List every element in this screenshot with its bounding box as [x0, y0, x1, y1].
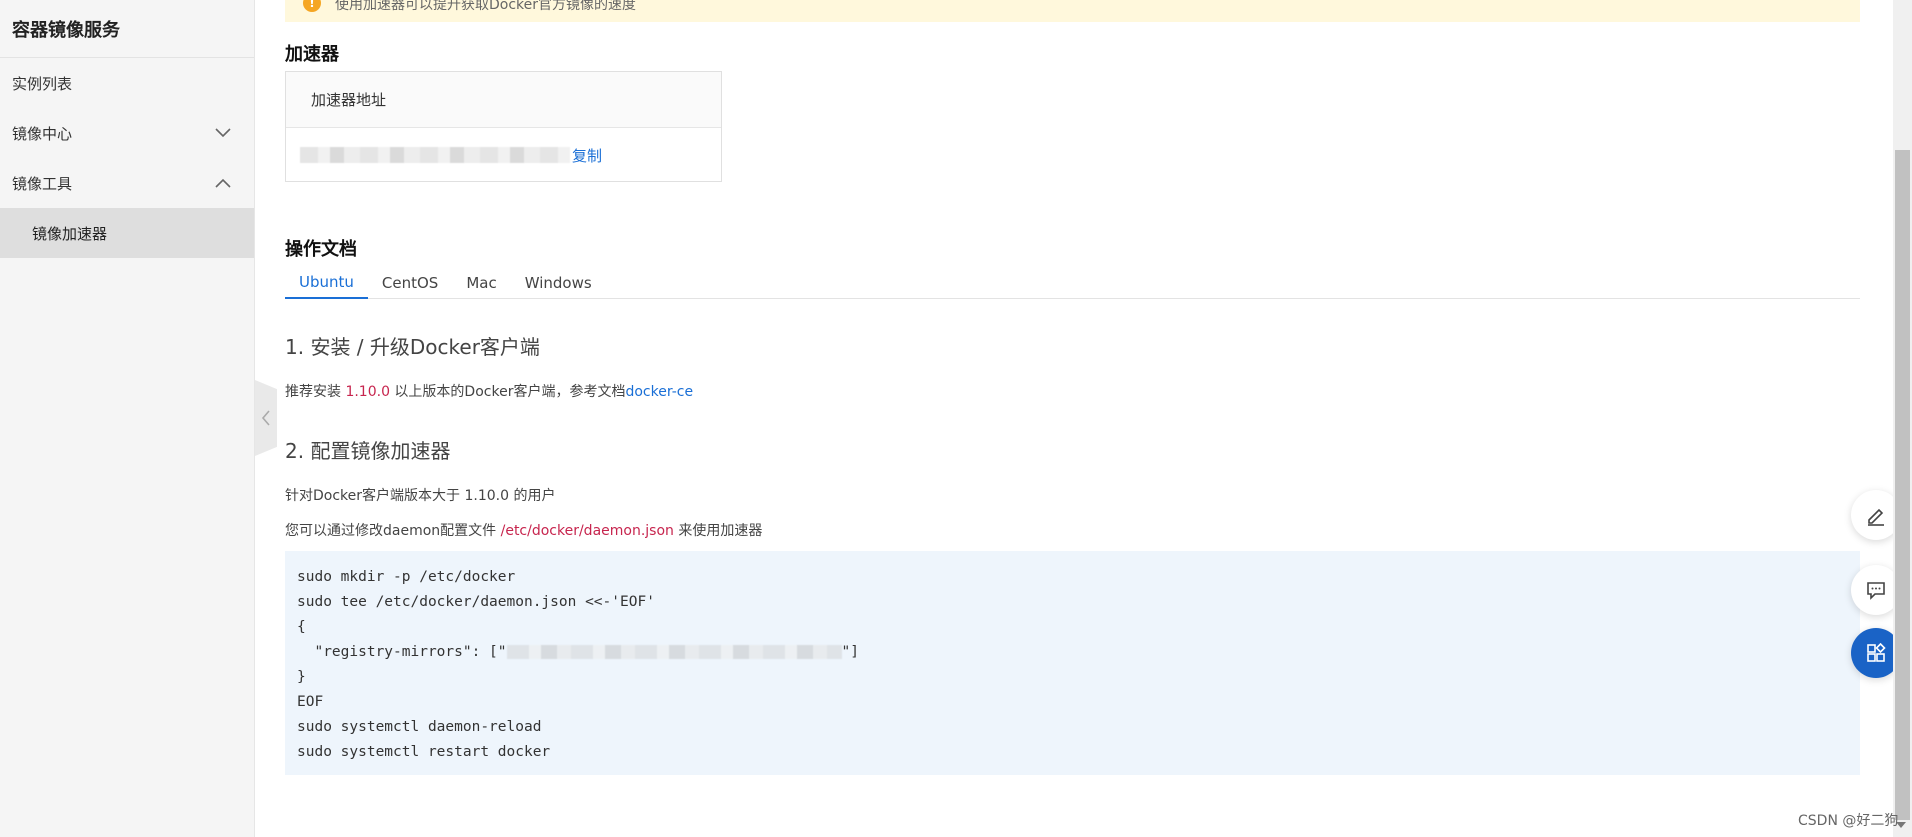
- code-line-part: "]: [841, 644, 859, 660]
- chat-icon: [1867, 582, 1885, 600]
- accelerator-address-header: 加速器地址: [286, 72, 721, 128]
- step1-text-a: 推荐安装: [285, 384, 346, 400]
- tab-mac[interactable]: Mac: [452, 267, 510, 299]
- scrollbar-thumb[interactable]: [1895, 150, 1910, 820]
- main-content: ! 使用加速器可以提升获取Docker官方镜像的速度 加速器 加速器地址 复制 …: [285, 0, 1860, 837]
- code-line: EOF: [297, 694, 324, 710]
- sidebar-item-image-tools[interactable]: 镜像工具: [0, 158, 254, 208]
- sidebar-title: 容器镜像服务: [0, 0, 254, 58]
- code-line: sudo mkdir -p /etc/docker: [297, 569, 516, 585]
- notice-banner: ! 使用加速器可以提升获取Docker官方镜像的速度: [285, 0, 1860, 22]
- code-block[interactable]: sudo mkdir -p /etc/docker sudo tee /etc/…: [285, 551, 1860, 775]
- code-line: sudo systemctl restart docker: [297, 744, 551, 760]
- tab-windows[interactable]: Windows: [511, 267, 606, 299]
- pencil-icon: [1868, 508, 1884, 526]
- sidebar-item-label: 镜像中心: [12, 124, 73, 143]
- mirror-url-redacted: [506, 645, 842, 659]
- tab-ubuntu[interactable]: Ubuntu: [285, 267, 368, 299]
- step1-title: 1. 安装 / 升级Docker客户端: [285, 335, 540, 359]
- code-line: sudo tee /etc/docker/daemon.json <<-'EOF…: [297, 594, 655, 610]
- watermark: CSDN @好二狗: [1798, 813, 1899, 829]
- notice-text: 使用加速器可以提升获取Docker官方镜像的速度: [335, 0, 637, 13]
- sidebar-item-image-center[interactable]: 镜像中心: [0, 108, 254, 158]
- step2-line2: 您可以通过修改daemon配置文件 /etc/docker/daemon.jso…: [285, 520, 762, 540]
- code-line: {: [297, 619, 306, 635]
- step2-line2-a: 您可以通过修改daemon配置文件: [285, 523, 501, 539]
- accelerator-section-title: 加速器: [285, 44, 339, 65]
- chevron-down-icon: [214, 124, 232, 142]
- sidebar-item-label: 镜像加速器: [32, 224, 108, 243]
- sidebar: 容器镜像服务 实例列表 镜像中心 镜像工具 镜像加速器: [0, 0, 255, 837]
- sidebar-item-label: 实例列表: [12, 74, 73, 93]
- code-line-part: "registry-mirrors": [": [297, 644, 507, 660]
- code-line: }: [297, 669, 306, 685]
- docker-ce-link[interactable]: docker-ce: [625, 384, 693, 400]
- sidebar-collapse-handle[interactable]: [255, 380, 277, 456]
- apps-icon: [1867, 642, 1886, 662]
- tab-centos[interactable]: CentOS: [368, 267, 452, 299]
- step2-title: 2. 配置镜像加速器: [285, 439, 451, 463]
- sidebar-item-label: 镜像工具: [12, 174, 73, 193]
- code-line: "registry-mirrors": [" "]: [297, 640, 1848, 665]
- docs-section-title: 操作文档: [285, 239, 357, 260]
- accelerator-address-row: 复制: [286, 128, 721, 182]
- daemon-json-path: /etc/docker/daemon.json: [500, 523, 674, 539]
- sidebar-item-instances[interactable]: 实例列表: [0, 58, 254, 108]
- code-line: sudo systemctl daemon-reload: [297, 719, 542, 735]
- warning-icon: !: [303, 0, 321, 12]
- chevron-up-icon: [214, 174, 232, 192]
- accelerator-address-redacted: [300, 147, 570, 163]
- step2-line2-b: 来使用加速器: [673, 523, 763, 539]
- accelerator-box: 加速器地址 复制: [285, 71, 722, 182]
- step1-text-b: 以上版本的Docker客户端，参考文档: [389, 384, 626, 400]
- sidebar-item-image-accelerator[interactable]: 镜像加速器: [0, 208, 254, 258]
- os-tabs: Ubuntu CentOS Mac Windows: [285, 267, 1860, 299]
- chevron-left-icon: [261, 410, 270, 426]
- copy-link[interactable]: 复制: [572, 145, 602, 166]
- step1-version: 1.10.0: [345, 384, 390, 400]
- step1-text: 推荐安装 1.10.0 以上版本的Docker客户端，参考文档docker-ce: [285, 381, 693, 401]
- step2-line1: 针对Docker客户端版本大于 1.10.0 的用户: [285, 488, 556, 504]
